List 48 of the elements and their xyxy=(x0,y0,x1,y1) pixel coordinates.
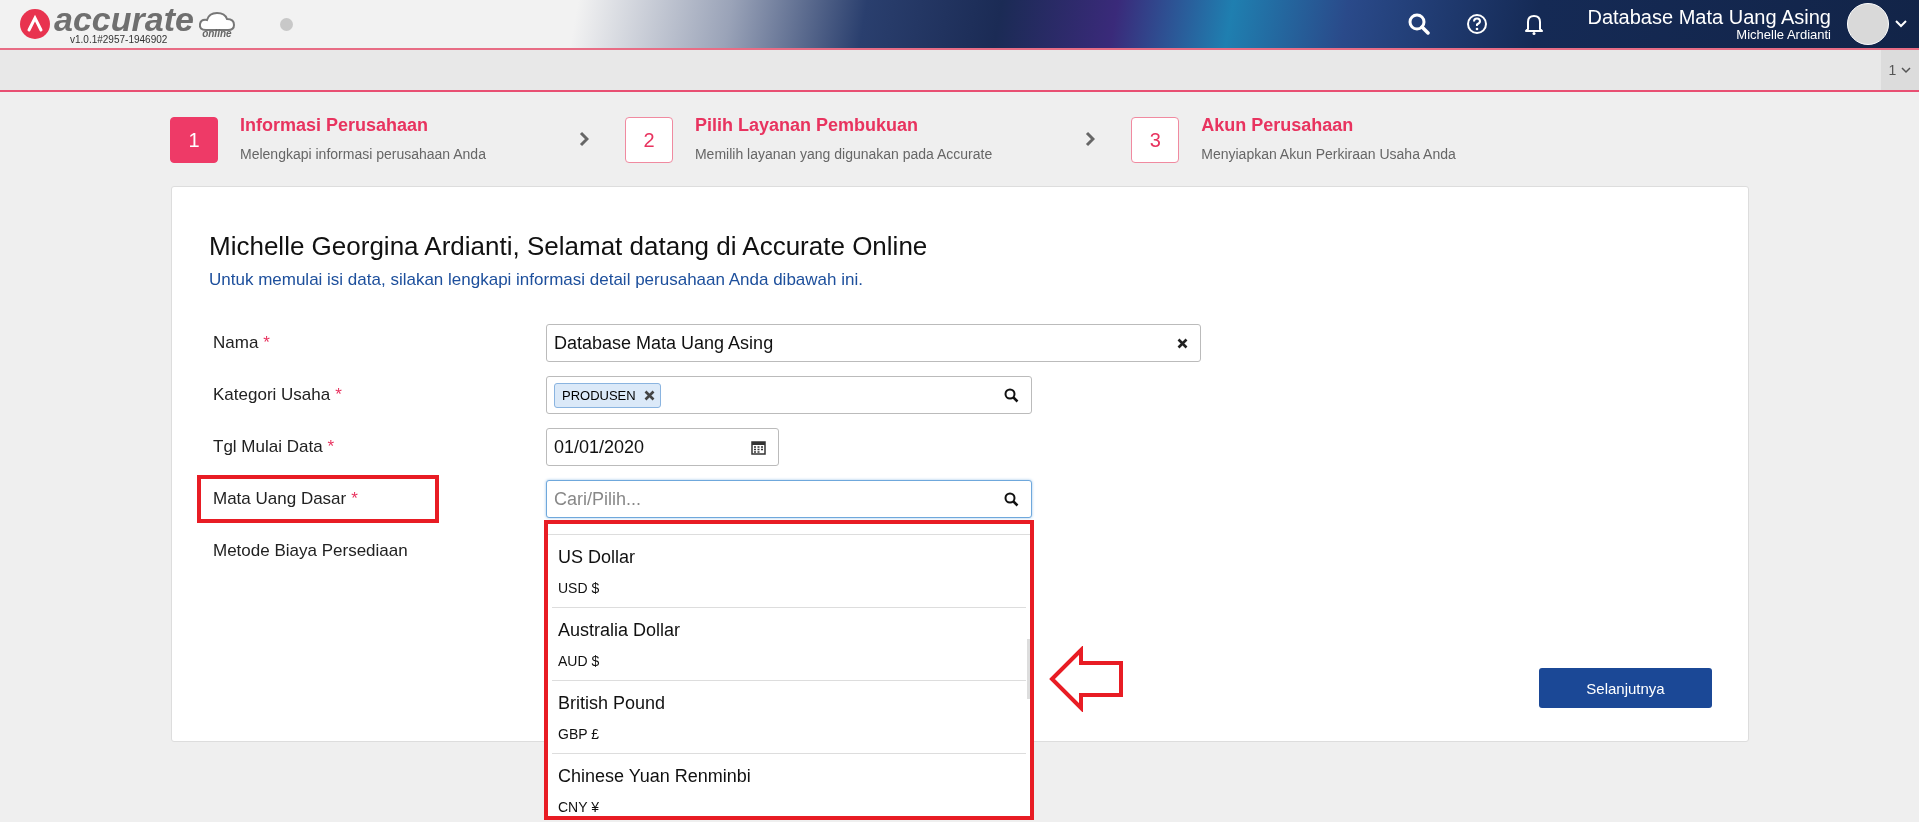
page-selector[interactable]: 1 xyxy=(1881,50,1919,90)
date-field[interactable]: 01/01/2020 xyxy=(546,428,779,466)
logo-text: accurate xyxy=(54,3,194,35)
welcome-title: Michelle Georgina Ardianti, Selamat datang di Accurate Online xyxy=(209,231,929,262)
status-dot xyxy=(279,17,293,31)
step-caption: Memilih layanan yang digunakan pada Accurate xyxy=(694,146,993,162)
step-title: Pilih Layanan Pembukuan xyxy=(694,115,919,136)
step-caption: Melengkapi informasi perusahaan Anda xyxy=(240,146,486,162)
user-name: Michelle Ardianti xyxy=(1736,27,1831,43)
field-label: Nama * xyxy=(212,332,271,354)
currency-option[interactable]: US Dollar USD $ xyxy=(552,535,1026,608)
step-number[interactable]: 3 xyxy=(1131,117,1180,163)
chevron-down-icon xyxy=(1901,66,1912,74)
currency-option[interactable]: Australia Dollar AUD $ xyxy=(552,608,1026,681)
step-number[interactable]: 2 xyxy=(624,117,673,163)
chevron-right-icon xyxy=(578,131,589,147)
database-name: Database Mata Uang Asing xyxy=(1587,5,1831,28)
step-title: Akun Perusahaan xyxy=(1201,115,1355,136)
tag-input-field[interactable]: PRODUSEN xyxy=(546,376,1032,414)
version-text: v1.0.1#2957-1946902 xyxy=(70,35,169,45)
scrollbar-thumb[interactable] xyxy=(1027,639,1030,699)
search-icon[interactable] xyxy=(1004,491,1019,507)
input-field[interactable]: Database Mata Uang Asing xyxy=(546,324,1201,362)
next-button[interactable]: Selanjutnya xyxy=(1539,668,1712,708)
avatar[interactable] xyxy=(1847,3,1889,45)
search-icon[interactable] xyxy=(1004,387,1019,403)
remove-icon[interactable] xyxy=(643,389,655,401)
logo-subtext: online xyxy=(202,27,232,39)
chevron-down-icon[interactable] xyxy=(1895,20,1907,28)
field-label: Kategori Usaha * xyxy=(212,384,343,406)
field-label: Mata Uang Dasar * xyxy=(197,475,439,523)
field-label: Metode Biaya Persediaan xyxy=(212,540,409,562)
chevron-right-icon xyxy=(1085,131,1096,147)
step-number[interactable]: 1 xyxy=(170,117,218,163)
step-caption: Menyiapkan Akun Perkiraan Usaha Anda xyxy=(1201,146,1456,162)
clear-icon[interactable] xyxy=(1177,337,1188,349)
instruction-text: Untuk memulai isi data, silakan lengkapi informasi detail perusahaan Anda dibawah ini. xyxy=(209,270,864,290)
search-field[interactable]: Cari/Pilih... xyxy=(546,480,1032,518)
currency-option[interactable]: British Pound GBP £ xyxy=(552,681,1026,754)
help-icon[interactable] xyxy=(1465,13,1488,35)
bell-icon[interactable] xyxy=(1523,13,1544,35)
field-label: Tgl Mulai Data * xyxy=(212,436,336,458)
step-title: Informasi Perusahaan xyxy=(240,115,430,136)
search-icon[interactable] xyxy=(1407,13,1430,35)
category-tag[interactable]: PRODUSEN xyxy=(554,382,661,408)
calendar-icon[interactable] xyxy=(751,439,766,455)
logo-icon xyxy=(20,9,50,39)
currency-option[interactable]: Chinese Yuan Renminbi CNY ¥ xyxy=(552,754,1026,816)
